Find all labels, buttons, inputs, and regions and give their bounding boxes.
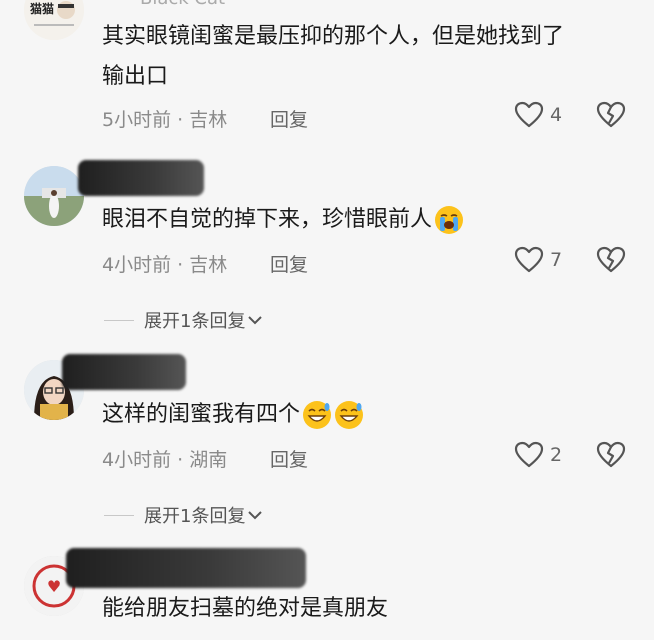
like-count: 7 — [550, 249, 563, 271]
reply-button[interactable]: 回复 — [270, 250, 308, 277]
broken-heart-icon — [596, 101, 626, 128]
grinning-sweat-face-icon — [303, 401, 332, 429]
dislike-button[interactable] — [596, 246, 626, 278]
comment-text: 眼泪不自觉的掉下来，珍惜眼前人 — [102, 201, 464, 239]
username[interactable]: Black Cat — [140, 0, 225, 9]
reply-button[interactable]: 回复 — [270, 105, 308, 132]
reply-button[interactable]: 回复 — [270, 445, 308, 472]
divider — [104, 319, 134, 321]
svg-text:♥: ♥ — [47, 577, 61, 596]
broken-heart-icon — [596, 441, 626, 468]
time-location: 5小时前 · 吉林 — [102, 109, 228, 131]
expand-replies-button[interactable]: 展开1条回复 — [104, 502, 263, 528]
like-button[interactable]: 2 — [514, 441, 562, 469]
like-count: 2 — [550, 444, 563, 466]
dislike-button[interactable] — [596, 101, 626, 133]
avatar[interactable]: 猫猫 — [24, 0, 84, 40]
heart-outline-icon — [514, 101, 544, 128]
time-location: 4小时前 · 吉林 — [102, 254, 228, 276]
chevron-down-icon — [248, 511, 263, 520]
loudly-crying-face-icon — [435, 206, 464, 234]
username-redacted[interactable] — [78, 160, 204, 196]
time-location: 4小时前 · 湖南 — [102, 449, 228, 471]
username-redacted[interactable] — [62, 354, 186, 390]
divider — [104, 514, 134, 516]
avatar[interactable] — [24, 166, 84, 226]
broken-heart-icon — [596, 246, 626, 273]
username-redacted[interactable] — [66, 548, 306, 588]
heart-outline-icon — [514, 246, 544, 273]
expand-label: 展开1条回复 — [144, 311, 246, 332]
like-button[interactable]: 7 — [514, 246, 562, 274]
comment-text: 这样的闺蜜我有四个 — [102, 396, 364, 434]
comment-text: 能给朋友扫墓的绝对是真朋友 — [102, 596, 389, 621]
like-button[interactable]: 4 — [514, 101, 562, 129]
expand-replies-button[interactable]: 展开1条回复 — [104, 307, 263, 333]
chevron-down-icon — [248, 316, 263, 325]
avatar-text: 猫猫 — [30, 2, 55, 16]
heart-outline-icon — [514, 441, 544, 468]
grinning-sweat-face-icon — [335, 401, 364, 429]
expand-label: 展开1条回复 — [144, 506, 246, 527]
dislike-button[interactable] — [596, 441, 626, 473]
comment-text-line-1: 其实眼镜闺蜜是最压抑的那个人，但是她找到了 — [102, 24, 565, 49]
comment-text-line-2: 输出口 — [102, 64, 169, 89]
like-count: 4 — [550, 104, 563, 126]
